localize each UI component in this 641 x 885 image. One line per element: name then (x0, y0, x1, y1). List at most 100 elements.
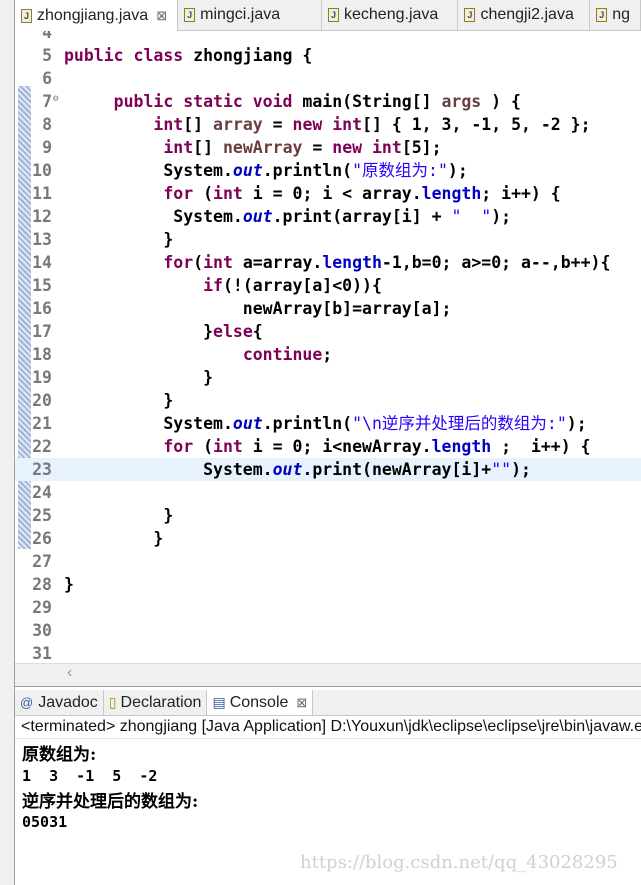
line-number: 23 (32, 460, 52, 479)
console-output-line: 逆序并处理后的数组为: (22, 792, 199, 812)
code-token: } (64, 230, 174, 249)
console-output-line: 1 3 -1 5 -2 (22, 767, 158, 785)
code-editor[interactable]: 4 5 public class zhongjiang {6 7 ⊖ public st… (15, 31, 641, 663)
code-line[interactable]: 10 System.out.println("原数组为:"); (15, 159, 641, 182)
line-number: 20 (32, 391, 52, 410)
line-number: 7 (42, 92, 52, 111)
code-token: } (64, 529, 164, 548)
code-token: ( (193, 437, 214, 456)
code-line[interactable]: 5 public class zhongjiang { (15, 44, 641, 67)
tab-console[interactable]: ▤ Console ⊠ (207, 690, 314, 715)
code-text: } (64, 504, 173, 527)
line-number: 31 (32, 644, 52, 663)
java-file-icon: J (328, 8, 339, 22)
code-text: } (64, 366, 213, 389)
code-token: out (272, 460, 303, 479)
code-line[interactable]: 16 newArray[b]=array[a]; (15, 297, 641, 320)
line-number: 9 (42, 138, 52, 157)
scroll-left-icon[interactable]: ‹ (67, 664, 72, 682)
code-text: if(!(array[a]<0)){ (64, 274, 382, 297)
code-token: out (232, 161, 263, 180)
code-token: newArray[b]=array[a]; (64, 299, 452, 318)
code-line[interactable]: 12 System.out.print(array[i] + " "); (15, 205, 641, 228)
horizontal-scrollbar[interactable]: ‹ (15, 663, 641, 687)
code-token: int (213, 184, 243, 203)
code-token: ); (511, 460, 531, 479)
code-token: "原数组为:" (352, 161, 448, 180)
code-line[interactable]: 19 } (15, 366, 641, 389)
code-line[interactable]: 17 }else{ (15, 320, 641, 343)
code-line[interactable]: 7 ⊖ public static void main(String[] args… (15, 90, 641, 113)
code-token: .print(newArray[i]+ (302, 460, 492, 479)
close-icon[interactable]: ⊠ (296, 695, 307, 711)
code-token: "\n逆序并处理后的数组为:" (352, 414, 567, 433)
code-line[interactable]: 31 (15, 642, 641, 663)
code-line[interactable]: 9 int[] newArray = new int[5]; (15, 136, 641, 159)
java-file-icon: J (464, 8, 476, 22)
code-line[interactable]: 22 for (int i = 0; i<newArray.length ; i… (15, 435, 641, 458)
code-token: for (163, 437, 194, 456)
code-token: ; i++) { (491, 437, 591, 456)
code-text: for(int a=array.length-1,b=0; a>=0; a--,… (64, 251, 610, 274)
code-line[interactable]: 23 System.out.print(newArray[i]+""); (15, 458, 641, 481)
line-number: 27 (32, 552, 52, 571)
code-token: .print(array[i] + (272, 207, 452, 226)
code-text: } (64, 527, 163, 550)
line-number: 12 (32, 207, 52, 226)
close-icon[interactable]: ⊠ (156, 8, 167, 24)
line-number: 14 (32, 253, 52, 272)
code-line[interactable]: 30 (15, 619, 641, 642)
watermark: https://blog.csdn.net/qq_43028295 (300, 852, 618, 873)
code-line[interactable]: 6 (15, 67, 641, 90)
tab-declaration[interactable]: ▯ Declaration (104, 690, 208, 715)
code-line[interactable]: 18 continue; (15, 343, 641, 366)
code-line[interactable]: 25 } (15, 504, 641, 527)
tab-mingci[interactable]: Jmingci.java (178, 0, 322, 30)
code-line[interactable]: 24 (15, 481, 641, 504)
code-line[interactable]: 21 System.out.println("\n逆序并处理后的数组为:"); (15, 412, 641, 435)
line-number: 11 (32, 184, 52, 203)
code-line[interactable]: 8 int[] array = new int[] { 1, 3, -1, 5,… (15, 113, 641, 136)
code-line[interactable]: 20 } (15, 389, 641, 412)
line-number: 30 (32, 621, 52, 640)
code-token: = (262, 115, 293, 134)
code-line[interactable]: 4 (15, 31, 641, 44)
code-line[interactable]: 15 if(!(array[a]<0)){ (15, 274, 641, 297)
code-token: } (64, 391, 174, 410)
code-line[interactable]: 28} (15, 573, 641, 596)
code-line[interactable]: 14 for(int a=array.length-1,b=0; a>=0; a… (15, 251, 641, 274)
line-number: 10 (32, 161, 52, 180)
java-file-icon: J (21, 8, 32, 23)
code-token: length (431, 437, 492, 456)
code-line[interactable]: 27 (15, 550, 641, 573)
code-token: if (203, 276, 223, 295)
code-line[interactable]: 11 for (int i = 0; i < array.length; i++… (15, 182, 641, 205)
line-number: 22 (32, 437, 52, 456)
tab-zhongjiang[interactable]: Jzhongjiang.java ⊠ (15, 0, 179, 31)
tab-ng[interactable]: Jng (590, 0, 641, 30)
code-line[interactable]: 13 } (15, 228, 641, 251)
tab-kecheng[interactable]: Jkecheng.java (322, 0, 459, 30)
code-token: } (64, 575, 74, 594)
code-token: = (302, 138, 333, 157)
tab-javadoc[interactable]: @ Javadoc (15, 690, 104, 715)
code-token: array (213, 115, 263, 134)
fold-icon[interactable]: ⊖ (53, 88, 58, 111)
code-token: args (441, 92, 482, 111)
code-token: ); (491, 207, 512, 226)
code-token: } (64, 322, 214, 341)
code-token: zhongjiang { (193, 46, 313, 65)
console-output-line: 05031 (22, 813, 68, 831)
code-line[interactable]: 26 } (15, 527, 641, 550)
code-token: .println( (262, 161, 353, 180)
code-token: else (213, 322, 253, 341)
line-number: 24 (32, 483, 52, 502)
code-line[interactable]: 29 (15, 596, 641, 619)
tab-chengji2[interactable]: Jchengji2.java (458, 0, 591, 30)
java-file-icon: J (596, 8, 608, 22)
